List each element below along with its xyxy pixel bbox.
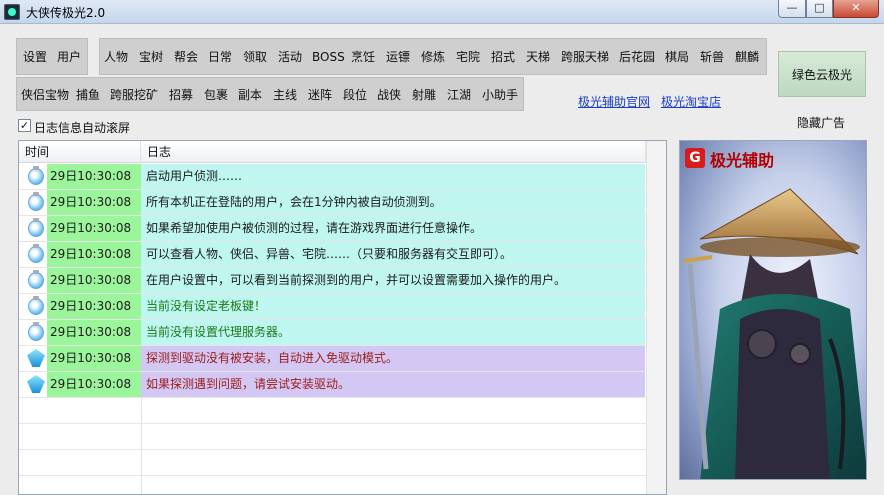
menu-item-main-quest[interactable]: 主线	[273, 78, 297, 110]
info-bulb-icon	[28, 244, 44, 263]
menu-item-rank[interactable]: 段位	[343, 78, 367, 110]
log-message: 当前没有设置代理服务器。	[141, 320, 645, 345]
info-bulb-icon	[28, 322, 44, 341]
window-title: 大侠传极光2.0	[26, 6, 106, 20]
log-header: 时间 日志	[19, 141, 666, 163]
menu-item-character[interactable]: 人物	[104, 39, 128, 74]
menu-item-assistant[interactable]: 小助手	[482, 78, 518, 110]
official-site-link[interactable]: 极光辅助官网	[578, 93, 650, 110]
menu-item-dungeon[interactable]: 副本	[238, 78, 262, 110]
menu-item-cultivation[interactable]: 修炼	[421, 39, 445, 74]
ad-title: 极光辅助	[710, 151, 775, 170]
title-bar: 大侠传极光2.0 — □ ✕	[0, 0, 884, 24]
menu-item-boss[interactable]: BOSS	[312, 39, 345, 74]
info-bulb-icon	[28, 192, 44, 211]
menu-item-war-hero[interactable]: 战侠	[377, 78, 401, 110]
log-row[interactable]: 29日10:30:08 当前没有设定老板键！	[19, 294, 666, 320]
log-time: 29日10:30:08	[47, 320, 141, 345]
menu-item-qilin[interactable]: 麒麟	[735, 39, 759, 74]
green-cloud-button[interactable]: 绿色云极光	[778, 51, 866, 97]
menu-item-claim[interactable]: 领取	[243, 39, 267, 74]
empty-log-row	[19, 476, 666, 494]
log-time: 29日10:30:08	[47, 294, 141, 319]
log-time: 29日10:30:08	[47, 164, 141, 189]
empty-log-row	[19, 450, 666, 476]
menu-item-cooking[interactable]: 烹饪	[351, 39, 375, 74]
menu-item-bag[interactable]: 包裹	[204, 78, 228, 110]
log-time: 29日10:30:08	[47, 372, 141, 397]
log-time: 29日10:30:08	[47, 346, 141, 371]
menu-item-settings[interactable]: 设置	[23, 39, 47, 74]
menu-item-moves[interactable]: 招式	[491, 39, 515, 74]
log-list[interactable]: 时间 日志 29日10:30:08 启动用户侦测…… 29日10:30:08 所有本机…	[18, 140, 667, 495]
menu-item-ladder[interactable]: 天梯	[526, 39, 550, 74]
log-row[interactable]: 29日10:30:08 探测到驱动没有被安装，自动进入免驱动模式。	[19, 346, 666, 372]
menu-item-eagle-shooting[interactable]: 射雕	[412, 78, 436, 110]
advertisement-panel[interactable]: G 极光辅助	[679, 140, 867, 480]
menu-bar-secondary: 侠侣宝物 捕鱼 跨服挖矿 招募 包裹 副本 主线 迷阵 段位 战侠 射雕 江湖 …	[16, 77, 524, 111]
log-time: 29日10:30:08	[47, 242, 141, 267]
autoscroll-label: 日志信息自动滚屏	[34, 121, 131, 135]
log-row[interactable]: 29日10:30:08 所有本机正在登陆的用户，会在1分钟内被自动侦测到。	[19, 190, 666, 216]
menu-item-back-garden[interactable]: 后花园	[619, 39, 655, 74]
menu-item-treasure-tree[interactable]: 宝树	[139, 39, 163, 74]
menu-item-partner-treasure[interactable]: 侠侣宝物	[21, 78, 69, 110]
log-time: 29日10:30:08	[47, 216, 141, 241]
menu-item-users[interactable]: 用户	[57, 39, 81, 74]
swordsman-artwork	[683, 188, 866, 479]
menu-item-cross-server-mining[interactable]: 跨服挖矿	[110, 78, 158, 110]
info-bulb-icon	[28, 218, 44, 237]
empty-log-row	[19, 424, 666, 450]
menu-item-daily[interactable]: 日常	[208, 39, 232, 74]
menu-item-guild[interactable]: 帮会	[174, 39, 198, 74]
log-row[interactable]: 29日10:30:08 如果希望加使用户被侦测的过程，请在游戏界面进行任意操作。	[19, 216, 666, 242]
menu-item-cross-server-ladder[interactable]: 跨服天梯	[561, 39, 609, 74]
empty-log-row	[19, 398, 666, 424]
column-header-time[interactable]: 时间	[19, 141, 141, 163]
taobao-store-link[interactable]: 极光淘宝店	[661, 93, 721, 110]
menu-item-maze[interactable]: 迷阵	[308, 78, 332, 110]
log-row[interactable]: 29日10:30:08 当前没有设置代理服务器。	[19, 320, 666, 346]
vertical-scroll-area[interactable]	[646, 141, 666, 494]
maximize-button[interactable]: □	[806, 0, 833, 18]
hide-ad-button[interactable]: 隐藏广告	[797, 114, 845, 131]
log-message: 可以查看人物、侠侣、异兽、宅院……（只要和服务器有交互即可）。	[141, 242, 645, 267]
menu-item-beast-slay[interactable]: 斩兽	[700, 39, 724, 74]
menu-item-jianghu[interactable]: 江湖	[447, 78, 471, 110]
app-icon	[4, 4, 20, 20]
log-message: 在用户设置中，可以看到当前探测到的用户，并可以设置需要加入操作的用户。	[141, 268, 645, 293]
diamond-warning-icon	[27, 375, 45, 393]
menu-item-fishing[interactable]: 捕鱼	[76, 78, 100, 110]
log-row[interactable]: 29日10:30:08 在用户设置中，可以看到当前探测到的用户，并可以设置需要加入…	[19, 268, 666, 294]
ad-logo-badge: G	[685, 148, 705, 168]
menu-item-residence[interactable]: 宅院	[456, 39, 480, 74]
menu-item-recruit[interactable]: 招募	[169, 78, 193, 110]
log-time: 29日10:30:08	[47, 190, 141, 215]
log-message: 所有本机正在登陆的用户，会在1分钟内被自动侦测到。	[141, 190, 645, 215]
menu-item-escort[interactable]: 运镖	[386, 39, 410, 74]
minimize-button[interactable]: —	[778, 0, 806, 18]
log-message: 探测到驱动没有被安装，自动进入免驱动模式。	[141, 346, 645, 371]
log-message: 如果探测遇到问题，请尝试安装驱动。	[141, 372, 645, 397]
log-message: 启动用户侦测……	[141, 164, 645, 189]
log-message: 当前没有设定老板键！	[141, 294, 645, 319]
column-header-log[interactable]: 日志	[141, 141, 646, 163]
close-button[interactable]: ✕	[833, 0, 879, 18]
log-time: 29日10:30:08	[47, 268, 141, 293]
log-row[interactable]: 29日10:30:08 启动用户侦测……	[19, 164, 666, 190]
menu-item-events[interactable]: 活动	[278, 39, 302, 74]
autoscroll-checkbox[interactable]: ✓	[18, 119, 31, 132]
log-rows: 29日10:30:08 启动用户侦测…… 29日10:30:08 所有本机正在登陆的用…	[19, 164, 666, 494]
menu-bar-main: 人物 宝树 帮会 日常 领取 活动 BOSS 烹饪 运镖 修炼 宅院 招式 天梯…	[99, 38, 767, 75]
diamond-warning-icon	[27, 349, 45, 367]
log-row[interactable]: 29日10:30:08 可以查看人物、侠侣、异兽、宅院……（只要和服务器有交互即可…	[19, 242, 666, 268]
info-bulb-icon	[28, 166, 44, 185]
log-message: 如果希望加使用户被侦测的过程，请在游戏界面进行任意操作。	[141, 216, 645, 241]
menu-item-chess[interactable]: 棋局	[665, 39, 689, 74]
log-row[interactable]: 29日10:30:08 如果探测遇到问题，请尝试安装驱动。	[19, 372, 666, 398]
info-bulb-icon	[28, 296, 44, 315]
info-bulb-icon	[28, 270, 44, 289]
menu-bar-settings: 设置 用户	[16, 38, 88, 75]
